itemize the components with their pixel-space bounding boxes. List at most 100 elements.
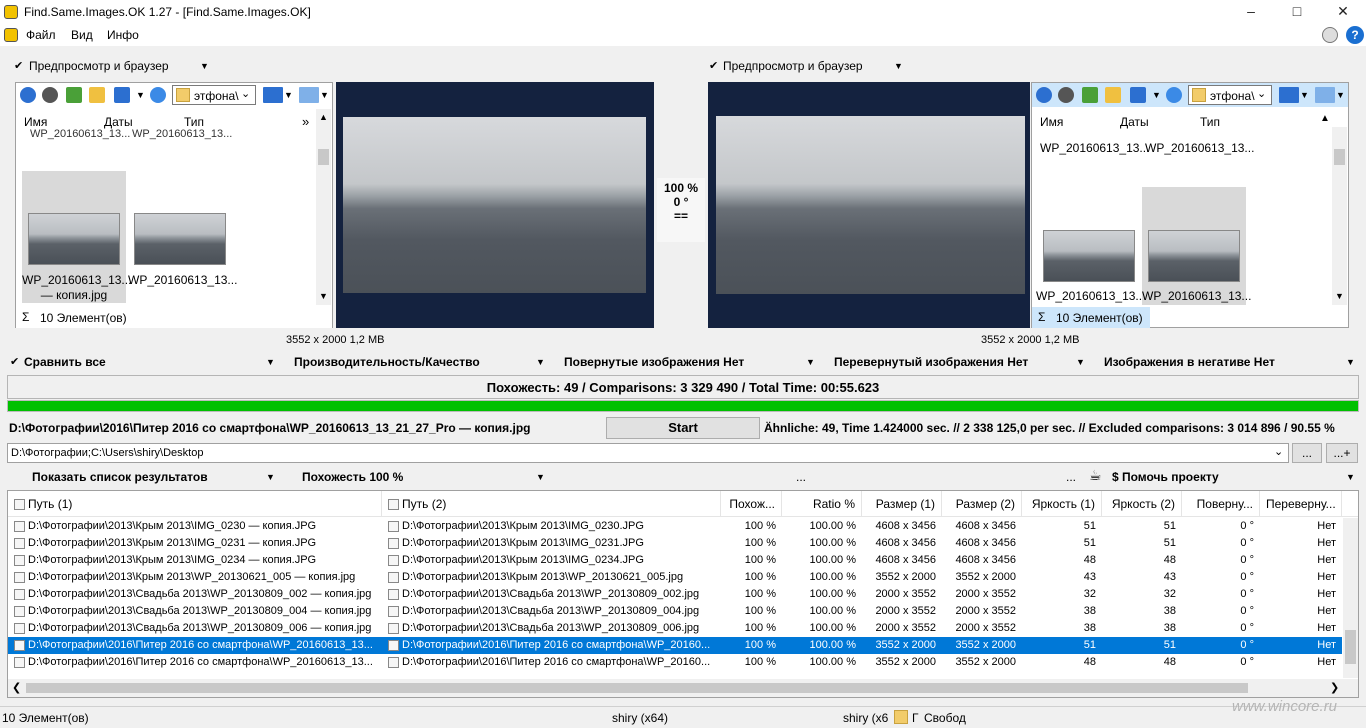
similarity-filter[interactable]: Похожесть 100 % [302, 470, 403, 484]
file-item-label[interactable]: WP_20160613_13... [30, 128, 130, 140]
show-results-option[interactable]: Показать список результатов [32, 470, 208, 484]
left-preview-header[interactable]: Предпросмотр и браузер [29, 59, 169, 73]
file-thumb-item[interactable]: WP_20160613_13... — копия.jpg [22, 171, 131, 303]
display-icon[interactable] [1279, 87, 1299, 103]
checkbox[interactable] [388, 588, 399, 600]
minimize-icon[interactable]: – [1228, 0, 1274, 24]
file-thumb-item[interactable]: WP_20160613_13... [128, 171, 237, 303]
horizontal-scrollbar[interactable]: ❮ ❯ [8, 679, 1358, 697]
right-browser-scrollbar[interactable]: ▼ [1332, 127, 1347, 305]
checkbox[interactable] [388, 656, 399, 668]
file-item-label[interactable]: WP_20160613_13... [1145, 141, 1254, 155]
scroll-left-icon[interactable]: ❮ [12, 681, 21, 694]
display-icon[interactable] [263, 87, 283, 103]
scroll-right-icon[interactable]: ❯ [1330, 681, 1339, 694]
file-item-label[interactable]: WP_20160613_13... [1040, 141, 1149, 155]
more-options-2[interactable]: ... [1066, 470, 1076, 484]
app-menu-icon[interactable] [4, 28, 18, 42]
compare-all-option[interactable]: Сравнить все [24, 355, 106, 369]
checkbox[interactable] [14, 588, 25, 600]
refresh-icon[interactable] [150, 87, 166, 103]
view-grid-icon[interactable] [114, 87, 130, 103]
checkmark-icon[interactable]: ✔ [709, 59, 718, 72]
chevron-down-icon[interactable]: ▼ [200, 61, 209, 71]
checkbox[interactable] [14, 571, 25, 583]
file-item-label[interactable]: WP_20160613_13... [132, 128, 232, 140]
chevron-down-icon[interactable]: ▼ [266, 357, 275, 367]
coffee-icon[interactable] [1322, 27, 1338, 43]
checkbox[interactable] [388, 537, 399, 549]
checkbox[interactable] [14, 499, 25, 511]
new-folder-icon[interactable] [1105, 87, 1121, 103]
table-row[interactable]: D:\Фотографии\2013\Крым 2013\IMG_0230 — … [8, 518, 1342, 535]
chevron-down-icon[interactable]: ▼ [536, 472, 545, 482]
table-row[interactable]: D:\Фотографии\2013\Свадьба 2013\WP_20130… [8, 620, 1342, 637]
monitor-icon[interactable] [1315, 87, 1335, 103]
checkbox[interactable] [14, 622, 25, 634]
file-thumb-item[interactable]: WP_20160613_13... [1142, 187, 1251, 305]
checkmark-icon[interactable]: ✔ [10, 355, 19, 368]
more-columns-icon[interactable]: » [302, 114, 309, 129]
flipped-option[interactable]: Перевернутый изображения Нет [834, 355, 1028, 369]
header-rotated[interactable]: Поверну... [1182, 491, 1260, 517]
column-name[interactable]: Имя [1040, 115, 1063, 129]
table-row[interactable]: D:\Фотографии\2016\Питер 2016 со смартфо… [8, 637, 1342, 654]
checkbox[interactable] [388, 499, 399, 511]
checkbox[interactable] [14, 656, 25, 668]
checkbox[interactable] [388, 554, 399, 566]
up-folder-icon[interactable] [1082, 87, 1098, 103]
checkbox[interactable] [14, 537, 25, 549]
close-icon[interactable]: ✕ [1320, 0, 1366, 24]
scroll-thumb[interactable] [1345, 630, 1356, 664]
maximize-icon[interactable]: □ [1274, 0, 1320, 24]
monitor-icon[interactable] [299, 87, 319, 103]
checkbox[interactable] [388, 605, 399, 617]
column-type[interactable]: Тип [184, 115, 204, 129]
scroll-thumb[interactable] [26, 683, 1248, 693]
menu-file[interactable]: Файл [26, 28, 56, 42]
checkbox[interactable] [388, 639, 399, 651]
forward-icon[interactable] [42, 87, 58, 103]
menu-info[interactable]: Инфо [107, 28, 139, 42]
chevron-down-icon[interactable]: ▼ [320, 90, 329, 100]
right-path-dropdown[interactable]: этфона\ ⌄ [1188, 85, 1272, 105]
right-preview-header[interactable]: Предпросмотр и браузер [723, 59, 863, 73]
scroll-up-icon[interactable]: ▲ [1320, 113, 1330, 124]
table-row[interactable]: D:\Фотографии\2016\Питер 2016 со смартфо… [8, 654, 1342, 671]
header-flipped[interactable]: Переверну... [1260, 491, 1342, 517]
back-icon[interactable] [1036, 87, 1052, 103]
chevron-down-icon[interactable]: ▼ [1300, 90, 1309, 100]
view-grid-icon[interactable] [1130, 87, 1146, 103]
header-size1[interactable]: Размер (1) [862, 491, 942, 517]
checkbox[interactable] [14, 554, 25, 566]
table-row[interactable]: D:\Фотографии\2013\Крым 2013\WP_20130621… [8, 569, 1342, 586]
menu-view[interactable]: Вид [71, 28, 93, 42]
help-icon[interactable]: ? [1346, 26, 1364, 44]
more-options[interactable]: ... [796, 470, 806, 484]
chevron-down-icon[interactable]: ▼ [136, 90, 145, 100]
column-name[interactable]: Имя [24, 115, 47, 129]
scroll-thumb[interactable] [1334, 149, 1345, 165]
forward-icon[interactable] [1058, 87, 1074, 103]
back-icon[interactable] [20, 87, 36, 103]
checkmark-icon[interactable]: ✔ [14, 59, 23, 72]
chevron-down-icon[interactable]: ▼ [1336, 90, 1345, 100]
column-date[interactable]: Даты [104, 115, 133, 129]
chevron-down-icon[interactable]: ⌄ [1274, 445, 1283, 458]
chevron-down-icon[interactable]: ▼ [284, 90, 293, 100]
refresh-icon[interactable] [1166, 87, 1182, 103]
chevron-down-icon[interactable]: ▼ [1152, 90, 1161, 100]
add-path-button[interactable]: ...+ [1326, 443, 1358, 463]
search-paths-combobox[interactable]: D:\Фотографии;C:\Users\shiry\Desktop ⌄ [7, 443, 1289, 463]
header-ratio[interactable]: Ratio % [782, 491, 862, 517]
file-thumb-item[interactable]: WP_20160613_13... [1036, 187, 1145, 305]
checkbox[interactable] [14, 520, 25, 532]
column-date[interactable]: Даты [1120, 115, 1149, 129]
header-path1[interactable]: Путь (1) [8, 491, 382, 517]
header-brightness2[interactable]: Яркость (2) [1102, 491, 1182, 517]
table-row[interactable]: D:\Фотографии\2013\Свадьба 2013\WP_20130… [8, 603, 1342, 620]
checkbox[interactable] [14, 605, 25, 617]
new-folder-icon[interactable] [89, 87, 105, 103]
header-path2[interactable]: Путь (2) [382, 491, 721, 517]
start-button[interactable]: Start [606, 417, 760, 439]
